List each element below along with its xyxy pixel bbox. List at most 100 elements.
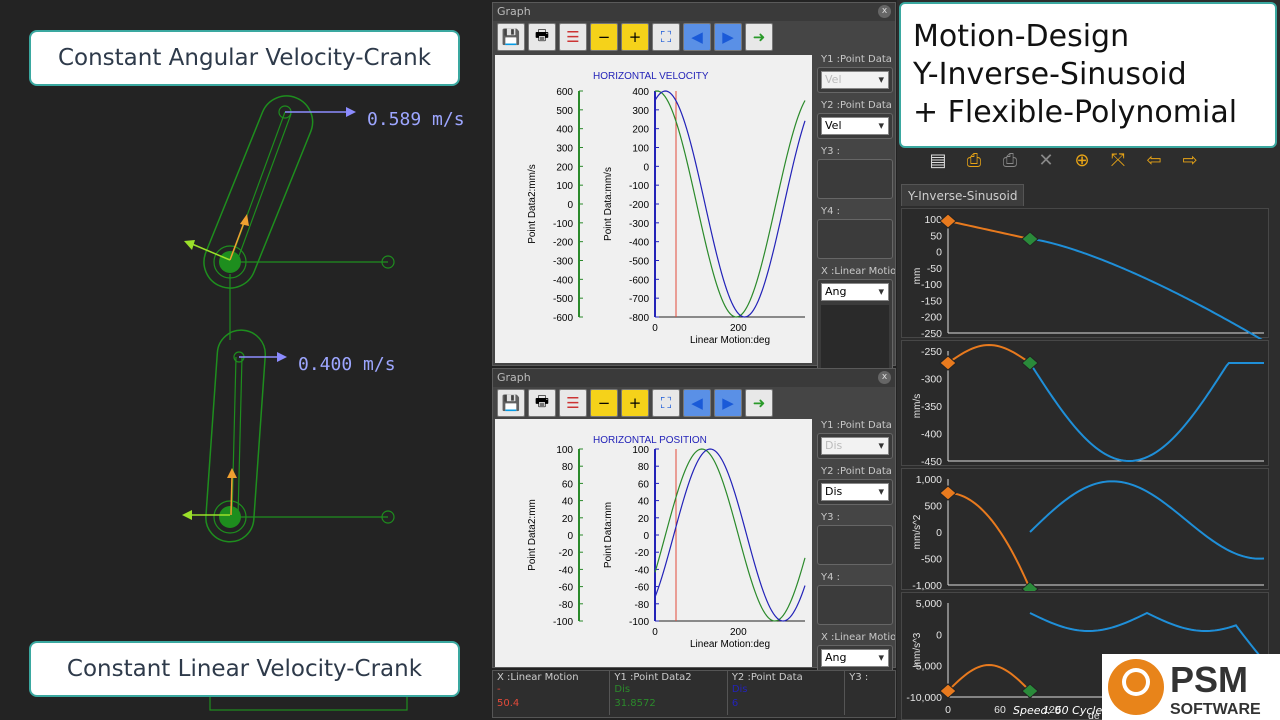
save-icon[interactable]: 💾 bbox=[497, 389, 525, 417]
y-axis-label: Point Data:mm bbox=[603, 502, 614, 568]
save-icon[interactable]: 💾 bbox=[497, 23, 525, 51]
md-title-line1: Motion-Design bbox=[913, 19, 1130, 54]
close-icon[interactable]: x bbox=[878, 371, 891, 384]
zoom-fit-icon[interactable]: ⤧ bbox=[1103, 150, 1133, 176]
y4-slot[interactable] bbox=[821, 223, 889, 255]
md-flexible-polynomial-curve bbox=[947, 220, 1031, 240]
bottom-speed-label: 0.400 m/s bbox=[298, 354, 396, 375]
graph-window-position: Graph x 💾 🖶 ☰ − + ⛶ ◀ ▶ ➜ HORIZONTAL POS… bbox=[492, 368, 896, 693]
md-tick-label: -250 bbox=[921, 346, 942, 358]
readout-y1-head: Y1 :Point Data2 bbox=[614, 672, 692, 683]
forward-arrow-icon[interactable]: ▶ bbox=[714, 23, 742, 51]
zoom-out-icon[interactable]: − bbox=[590, 23, 618, 51]
y3-slot[interactable] bbox=[821, 163, 889, 195]
y4-slot[interactable] bbox=[821, 589, 889, 621]
graph-window-title: Graph x bbox=[493, 3, 895, 21]
tab-y-inverse-sinusoid[interactable]: Y-Inverse-Sinusoid bbox=[901, 184, 1025, 206]
x-axis-label: Linear Motion:deg bbox=[690, 639, 770, 650]
x-select[interactable]: Ang bbox=[821, 283, 889, 301]
md-tick-label: -50 bbox=[927, 263, 942, 275]
mechanism-view: Constant Angular Velocity-Crank Constant… bbox=[0, 0, 490, 720]
bottom-title-card: Constant Linear Velocity-Crank bbox=[29, 641, 460, 697]
mechanism-drawing bbox=[182, 95, 408, 711]
md-unit-label: mm/s^3 bbox=[912, 632, 923, 667]
x-tick-label: 0 bbox=[652, 627, 658, 638]
md-unit-label: mm/s bbox=[912, 394, 923, 418]
y-tick-label: 0 bbox=[643, 531, 649, 542]
forward-arrow-icon[interactable]: ▶ bbox=[714, 389, 742, 417]
y-tick-label: -80 bbox=[635, 600, 650, 611]
print-icon[interactable]: 🖶 bbox=[528, 23, 556, 51]
y2-tick-label: 80 bbox=[562, 462, 574, 473]
zoom-in-icon[interactable]: + bbox=[621, 23, 649, 51]
export-icon[interactable]: ⎙ bbox=[995, 150, 1025, 176]
y-tick-label: -800 bbox=[629, 313, 649, 324]
y-tick-label: -600 bbox=[629, 275, 649, 286]
y2-tick-label: -300 bbox=[553, 257, 573, 268]
y-tick-label: -700 bbox=[629, 294, 649, 305]
graph-window-title: Graph x bbox=[493, 369, 895, 387]
x-select[interactable]: Ang bbox=[821, 649, 889, 667]
readout-y2-head: Y2 :Point Data bbox=[731, 672, 803, 683]
y2-tick-label: 60 bbox=[562, 479, 574, 490]
export-icon[interactable]: ➜ bbox=[745, 389, 773, 417]
position-plot: HORIZONTAL POSITION 100 80 60 40 20 0 -20 -40 -60… bbox=[495, 419, 812, 667]
y1-select[interactable]: Vel bbox=[821, 71, 889, 89]
y2-label: Y2 :Point Data bbox=[821, 100, 892, 111]
y-tick-label: -300 bbox=[629, 219, 649, 230]
y2-tick-label: -600 bbox=[553, 313, 573, 324]
right-arrow-icon[interactable]: ⇨ bbox=[1175, 150, 1205, 176]
legend-icon[interactable]: ☰ bbox=[559, 389, 587, 417]
readout-y1-value: 31.8572 bbox=[614, 698, 656, 709]
y2-tick-label: -200 bbox=[553, 238, 573, 249]
x-tick-label: 200 bbox=[730, 627, 747, 638]
md-flexible-polynomial-curve bbox=[947, 343, 1031, 364]
remove-segment-icon[interactable]: ✕ bbox=[1031, 150, 1061, 176]
md-x-tick-label: 60 bbox=[994, 704, 1006, 716]
y-tick-label: 200 bbox=[632, 125, 649, 136]
readout-y3-head: Y3 : bbox=[849, 672, 869, 683]
x-label: X :Linear Motio bbox=[821, 632, 895, 643]
readout-y2-value: 6 bbox=[731, 698, 739, 709]
export-icon[interactable]: ➜ bbox=[745, 23, 773, 51]
close-icon[interactable]: x bbox=[878, 5, 891, 18]
zoom-in-icon[interactable]: + bbox=[621, 389, 649, 417]
legend-icon[interactable]: ☰ bbox=[559, 23, 587, 51]
readout-x-value: 50.4 bbox=[497, 698, 520, 709]
print-icon[interactable]: 🖶 bbox=[528, 389, 556, 417]
graph-toolbar: 💾 🖶 ☰ − + ⛶ ◀ ▶ ➜ bbox=[493, 387, 895, 419]
x-tick-label: 200 bbox=[730, 323, 747, 334]
zoom-in-icon[interactable]: ⊕ bbox=[1067, 150, 1097, 176]
y2-select[interactable]: Vel bbox=[821, 117, 889, 135]
displacement-graph: 100 50 0 -50 -100 -150 -200 -250 mm bbox=[901, 208, 1269, 342]
y2-label: Y2 :Point Data bbox=[821, 466, 892, 477]
md-tick-label: -200 bbox=[921, 312, 942, 324]
zoom-out-icon[interactable]: − bbox=[590, 389, 618, 417]
y-tick-label: -500 bbox=[629, 257, 649, 268]
fit-icon[interactable]: ⛶ bbox=[652, 389, 680, 417]
left-arrow-icon[interactable]: ⇦ bbox=[1139, 150, 1169, 176]
readout-x-v1: - bbox=[497, 684, 501, 695]
back-arrow-icon[interactable]: ◀ bbox=[683, 23, 711, 51]
md-inverse-sinusoid-curve bbox=[1029, 362, 1264, 462]
y3-slot[interactable] bbox=[821, 529, 889, 561]
md-tick-label: -10,000 bbox=[906, 692, 942, 704]
fit-icon[interactable]: ⛶ bbox=[652, 23, 680, 51]
position-chart-svg: HORIZONTAL POSITION100806040200-20-40-60… bbox=[527, 435, 806, 650]
plot-title: HORIZONTAL VELOCITY bbox=[593, 71, 709, 82]
y-tick-label: -60 bbox=[635, 583, 650, 594]
y-tick-label: 60 bbox=[638, 479, 650, 490]
save-icon[interactable]: ▤ bbox=[923, 150, 953, 176]
md-tick-label: 0 bbox=[936, 527, 942, 539]
y1-select[interactable]: Dis bbox=[821, 437, 889, 455]
y2-select[interactable]: Dis bbox=[821, 483, 889, 501]
top-title-card: Constant Angular Velocity-Crank bbox=[29, 30, 460, 86]
readout-strip: X :Linear Motion - 50.4 Y1 :Point Data2 … bbox=[492, 670, 896, 718]
psm-logo: PSM SOFTWARE bbox=[1102, 654, 1280, 720]
md-x-tick-label: 0 bbox=[945, 704, 951, 716]
start-handle-icon bbox=[939, 213, 957, 229]
import-icon[interactable]: ⎙ bbox=[959, 150, 989, 176]
back-arrow-icon[interactable]: ◀ bbox=[683, 389, 711, 417]
y-tick-label: -20 bbox=[635, 548, 650, 559]
y2-tick-label: 500 bbox=[556, 106, 573, 117]
